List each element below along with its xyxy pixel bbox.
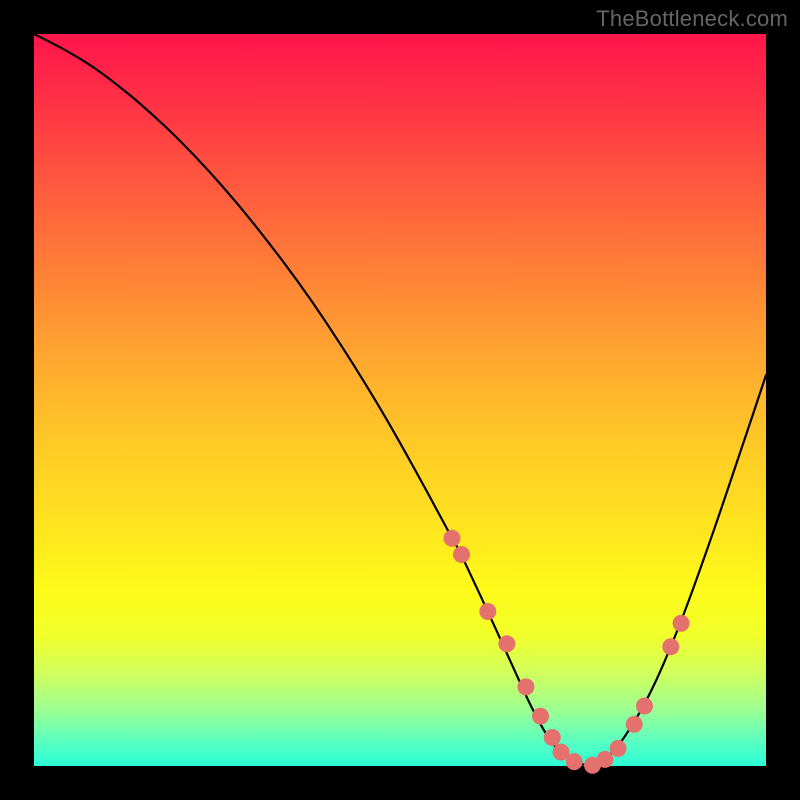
curve-marker xyxy=(597,751,614,768)
curve-marker xyxy=(566,753,583,770)
bottleneck-curve xyxy=(34,34,766,765)
curve-marker xyxy=(626,716,643,733)
curve-marker xyxy=(636,698,653,715)
curve-marker xyxy=(610,740,627,757)
curve-marker xyxy=(662,638,679,655)
chart-svg xyxy=(34,34,766,766)
watermark-text: TheBottleneck.com xyxy=(596,6,788,32)
curve-markers-group xyxy=(444,530,690,774)
curve-marker xyxy=(532,708,549,725)
curve-marker xyxy=(479,603,496,620)
curve-marker xyxy=(517,678,534,695)
curve-marker xyxy=(444,530,461,547)
curve-marker xyxy=(673,615,690,632)
curve-marker xyxy=(544,729,561,746)
curve-marker xyxy=(498,635,515,652)
chart-plot-area xyxy=(34,34,766,766)
curve-marker xyxy=(453,546,470,563)
